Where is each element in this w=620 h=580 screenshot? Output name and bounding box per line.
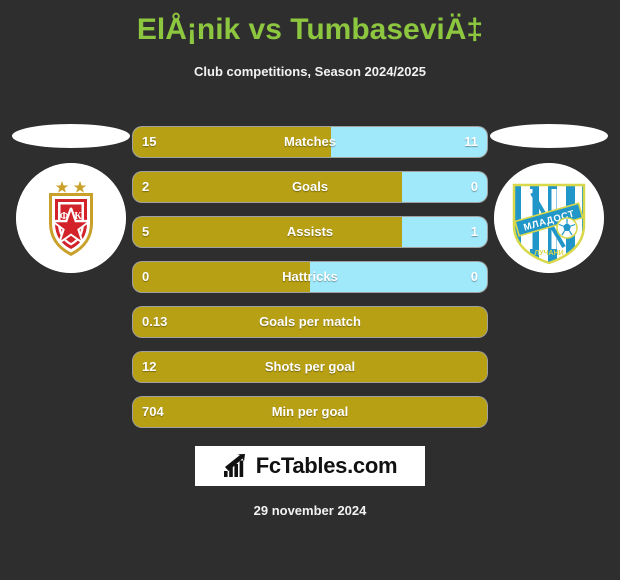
away-team-crest: МЛАДОСТ ЛУЧАНИ xyxy=(494,163,604,273)
crest-backdrop-ellipse-home xyxy=(12,124,130,148)
stat-row-goals-per-match: 0.13 Goals per match xyxy=(133,307,487,337)
page-title: ElÅ¡nik vs TumbaseviÄ‡ xyxy=(136,13,484,46)
stats-list: 15 Matches 11 2 Goals 0 5 Assists 1 0 Ha… xyxy=(133,127,487,442)
stat-away-value: 0 xyxy=(470,179,478,194)
svg-text:Ф: Ф xyxy=(60,211,69,222)
stat-row-hattricks: 0 Hattricks 0 xyxy=(133,262,487,292)
page-subtitle: Club competitions, Season 2024/2025 xyxy=(194,64,426,79)
stat-row-shots-per-goal: 12 Shots per goal xyxy=(133,352,487,382)
stat-row-goals: 2 Goals 0 xyxy=(133,172,487,202)
svg-text:К: К xyxy=(74,211,82,222)
stat-away-value: 0 xyxy=(470,269,478,284)
mladost-crest-icon: МЛАДОСТ ЛУЧАНИ xyxy=(494,163,604,273)
bar-chart-arrow-icon xyxy=(223,454,245,477)
away-crest-disc: МЛАДОСТ ЛУЧАНИ xyxy=(494,163,604,273)
home-team-crest: Ф К xyxy=(16,163,126,273)
fctables-logo-text: FcTables.com xyxy=(255,453,398,478)
stat-label: Assists xyxy=(286,224,334,239)
fctables-logo[interactable]: FcTables.com xyxy=(195,446,425,486)
infographic-page: ElÅ¡nik vs TumbaseviÄ‡ Club competitions… xyxy=(0,0,620,580)
home-crest-disc: Ф К xyxy=(16,163,126,273)
date-label: 29 november 2024 xyxy=(253,503,367,518)
stat-label: Shots per goal xyxy=(264,359,356,374)
stat-label: Goals xyxy=(291,179,329,194)
svg-text:ЛУЧАНИ: ЛУЧАНИ xyxy=(534,250,563,257)
stat-row-assists: 5 Assists 1 xyxy=(133,217,487,247)
stat-row-matches: 15 Matches 11 xyxy=(133,127,487,157)
stat-label: Matches xyxy=(283,134,337,149)
red-star-belgrade-crest-icon: Ф К xyxy=(16,163,126,273)
stat-label: Goals per match xyxy=(259,314,361,329)
crest-backdrop-ellipse-away xyxy=(490,124,608,148)
stat-away-value: 1 xyxy=(470,224,478,239)
stat-label: Hattricks xyxy=(282,269,338,284)
stat-label: Min per goal xyxy=(271,404,349,419)
stat-away-value: 11 xyxy=(464,134,478,149)
stat-row-min-per-goal: 704 Min per goal xyxy=(133,397,487,427)
